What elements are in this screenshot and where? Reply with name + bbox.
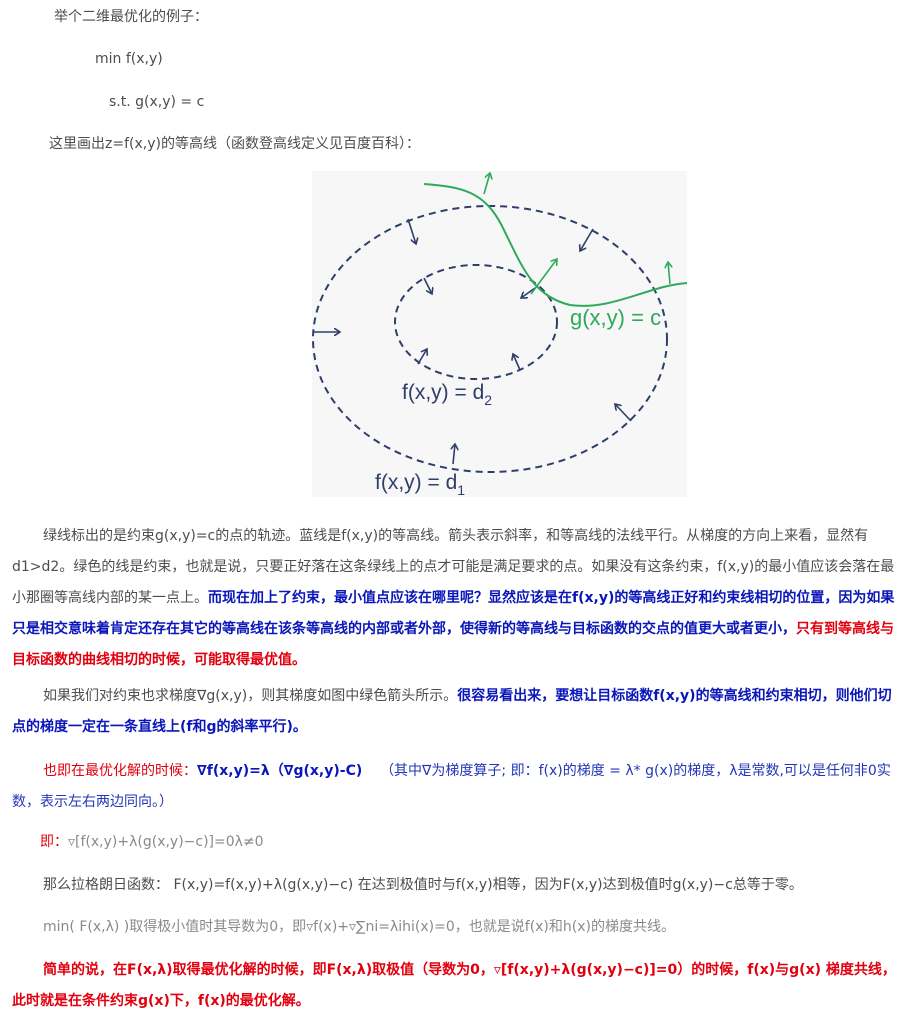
outer-contour-label: f(x,y) = d1 — [375, 471, 465, 497]
constraint-curve — [423, 183, 688, 307]
optimality-intro: 也即在最优化解的时候： — [43, 763, 197, 779]
minimum-line: min( F(x,λ) )取得极小值时其导数为0，即▿f(x)+▿∑ni=λih… — [43, 919, 675, 935]
inner-contour-arrow — [513, 354, 521, 371]
constraint-gradient-arrow — [483, 173, 490, 195]
summary-paragraph: 简单的说，在F(x,λ)取得最优化解的时候，即F(x,λ)取极值（导数为0，▿[… — [12, 962, 896, 1009]
constraint-formula: s.t. g(x,y) = c — [109, 94, 205, 110]
formula-body: ▿[f(x,y)+λ(g(x,y)−c)]=0λ≠0 — [68, 834, 264, 850]
example-heading: 举个二维最优化的例子： — [54, 9, 208, 25]
gradient-paragraph: 如果我们对约束也求梯度∇g(x,y)，则其梯度如图中绿色箭头所示。很容易看出来，… — [12, 681, 904, 743]
lagrange-line: 那么拉格朗日函数： F(x,y)=f(x,y)+λ(g(x,y)−c) 在达到极… — [43, 877, 803, 893]
contour-diagram: g(x,y) = c f(x,y) = d2 f(x,y) = d1 — [312, 171, 688, 498]
outer-contour-arrow — [615, 404, 632, 422]
contour-figure: g(x,y) = c f(x,y) = d2 f(x,y) = d1 — [312, 171, 688, 498]
inner-contour-arrow — [521, 287, 536, 298]
outer-contour-arrow — [407, 218, 416, 244]
objective-formula: min f(x,y) — [95, 51, 163, 67]
inner-contour-arrow — [417, 349, 427, 365]
gradient-plain: 如果我们对约束也求梯度∇g(x,y)，则其梯度如图中绿色箭头所示。 — [43, 688, 458, 704]
inner-contour-label: f(x,y) = d2 — [402, 381, 492, 408]
constraint-gradient-arrow — [530, 259, 557, 295]
outer-contour — [312, 205, 668, 473]
outer-contour-arrow — [580, 228, 594, 251]
explanation-paragraph: 绿线标出的是约束g(x,y)=c的点的轨迹。蓝线是f(x,y)的等高线。箭头表示… — [12, 521, 904, 676]
optimality-paragraph: 也即在最优化解的时候：∇f(x,y)=λ（∇g(x,y)-C) （其中∇为梯度算… — [12, 756, 904, 818]
contour-intro: 这里画出z=f(x,y)的等高线（函数登高线定义见百度百科）： — [49, 136, 420, 152]
outer-contour-arrow — [453, 444, 455, 465]
optimality-equation: ∇f(x,y)=λ（∇g(x,y)-C) — [197, 763, 363, 779]
formula-prefix: 即： — [40, 834, 68, 850]
constraint-label: g(x,y) = c — [570, 305, 661, 330]
gradient-formula-line: 即：▿[f(x,y)+λ(g(x,y)−c)]=0λ≠0 — [40, 832, 264, 852]
constraint-gradient-arrow — [668, 262, 670, 285]
inner-contour-arrow — [423, 277, 432, 294]
